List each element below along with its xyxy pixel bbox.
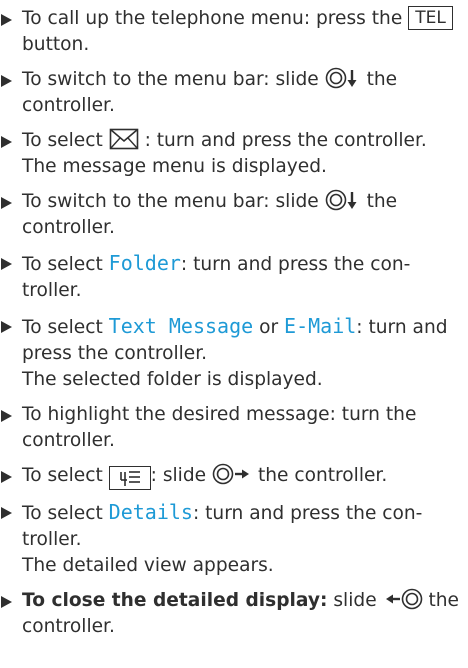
step-text: To select (22, 503, 103, 524)
step-call-telephone-menu: To call up the telephone menu: press the… (0, 6, 468, 58)
step-text: To select (22, 130, 103, 151)
step-text: : slide (150, 465, 207, 486)
step-text: To select (22, 465, 103, 486)
step-select-folder: To select Folder: turn and press the con… (0, 250, 468, 304)
menu-item-folder: Folder (108, 251, 181, 275)
step-select-menu-key: To select : slide the controller. (0, 463, 468, 490)
step-text: To switch to the menu bar: slide (22, 69, 319, 90)
bullet-icon (1, 258, 12, 270)
step-text: button. (22, 34, 90, 55)
step-select-message-type: To select Text Message or E-Mail: turn a… (0, 313, 468, 393)
bullet-icon (1, 596, 12, 608)
bullet-icon (1, 471, 12, 483)
step-select-details: To select Details: turn and press the co… (0, 499, 468, 579)
bullet-icon (1, 14, 12, 26)
envelope-icon (109, 128, 145, 151)
step-text: To select (22, 317, 103, 338)
step-highlight-message: To highlight the desired message: turn t… (0, 402, 468, 454)
bullet-icon (1, 321, 12, 333)
step-switch-menu-bar-2: To switch to the menu bar: slide the con… (0, 189, 468, 241)
step-text: or (259, 317, 279, 338)
step-text: To select (22, 254, 103, 275)
step-result: The selected folder is displayed. (22, 369, 323, 390)
controller-down-icon (325, 67, 367, 90)
step-select-envelope: To select : turn and press the controlle… (0, 128, 468, 180)
step-text: : turn and press the controller. (144, 130, 427, 151)
menu-item-email: E-Mail (284, 314, 357, 338)
step-text: To highlight the desired message: turn t… (22, 404, 417, 451)
bullet-icon (1, 197, 12, 209)
controller-left-icon (383, 588, 429, 611)
step-result: The message menu is displayed. (22, 156, 327, 177)
controller-down-icon (325, 189, 367, 212)
bullet-icon (1, 136, 12, 148)
menu-item-details: Details (108, 500, 193, 524)
bullet-icon (1, 507, 12, 519)
instruction-steps: To call up the telephone menu: press the… (0, 6, 468, 649)
step-bold-text: To close the detailed display: (22, 590, 328, 611)
step-switch-menu-bar: To switch to the menu bar: slide the con… (0, 67, 468, 119)
step-close-detailed-display: To close the detailed display: slide the… (0, 588, 468, 640)
bullet-icon (1, 75, 12, 87)
tel-key: TEL (408, 6, 453, 30)
step-text: the controller. (257, 465, 388, 486)
menu-key-icon (108, 466, 151, 490)
bullet-icon (1, 410, 12, 422)
step-text: To switch to the menu bar: slide (22, 191, 319, 212)
menu-item-text-message: Text Message (108, 314, 254, 338)
step-result: The detailed view appears. (22, 555, 274, 576)
step-text: slide (333, 590, 377, 611)
controller-right-icon (212, 463, 258, 486)
step-text: To call up the telephone menu: press the (22, 8, 403, 29)
